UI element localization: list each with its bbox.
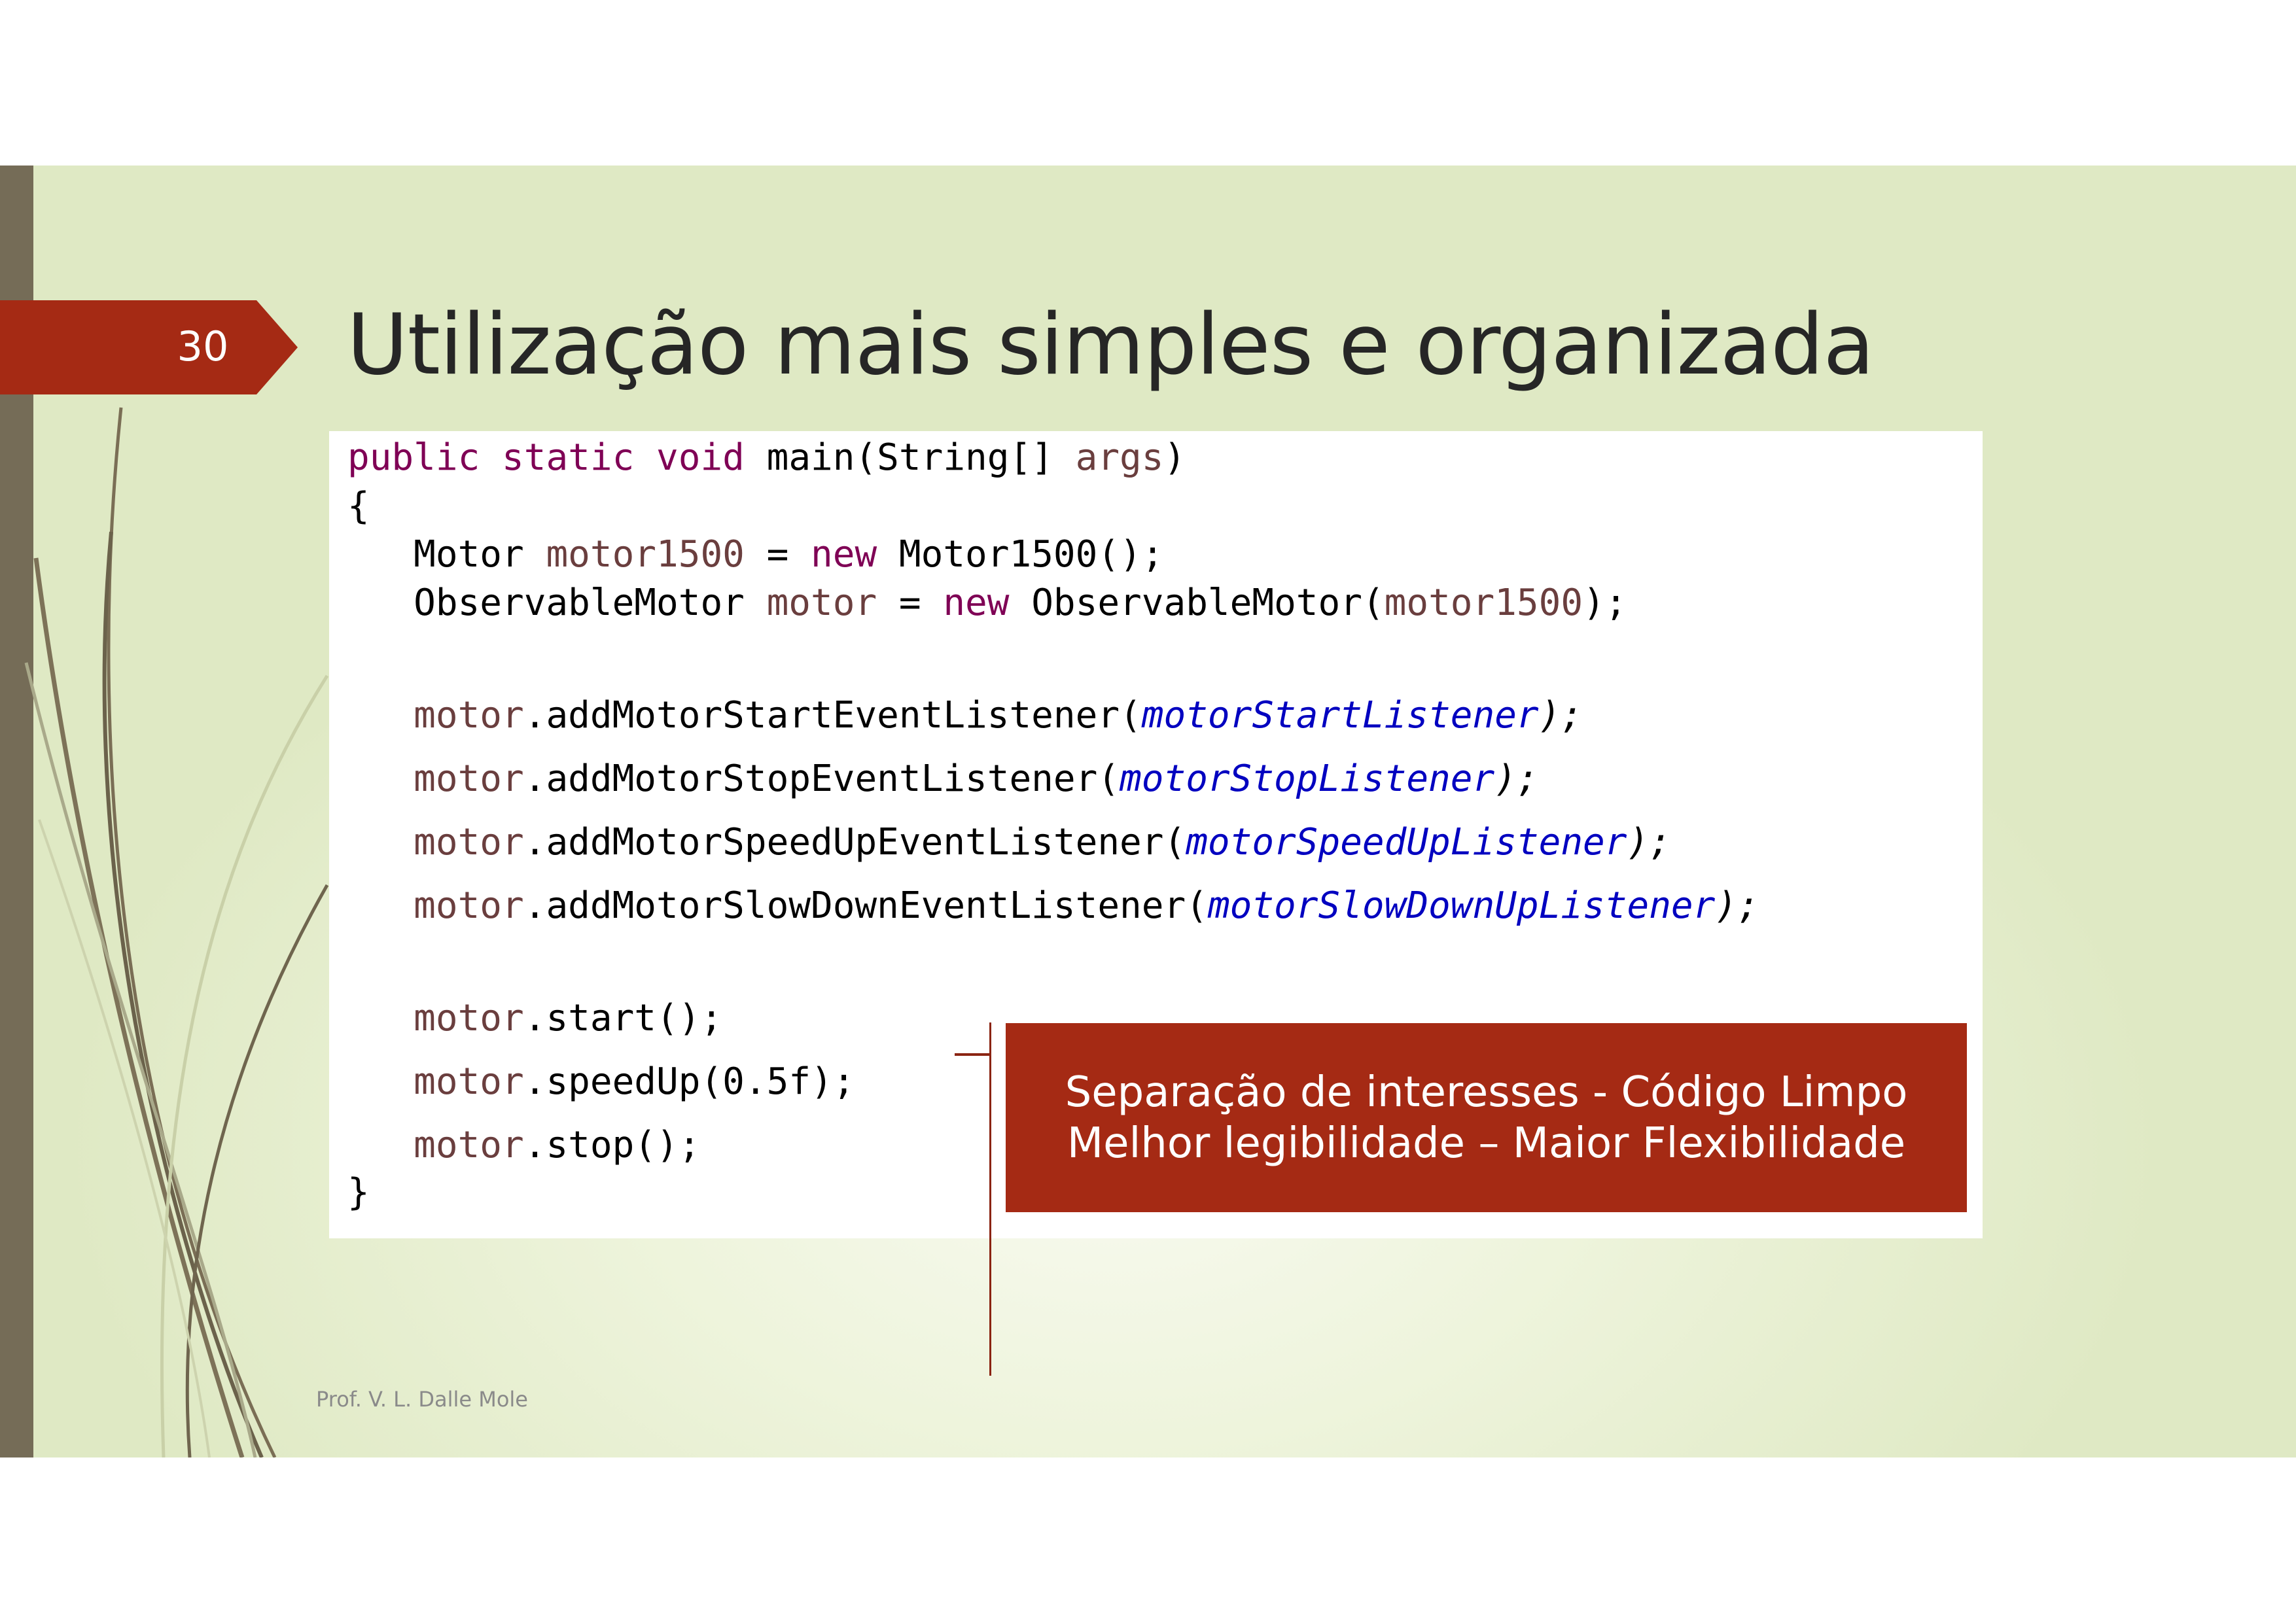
code-line-listener: motor.addMotorSlowDownEventListener(moto… xyxy=(347,882,1759,930)
code-variable: motor xyxy=(414,694,524,737)
code-text: ); xyxy=(1715,884,1759,927)
code-variable: motor1500 xyxy=(546,533,745,576)
slide: 30 Utilização mais simples e organizada … xyxy=(0,166,2296,1457)
code-variable: motor xyxy=(414,1060,524,1103)
code-text: .addMotorStartEventListener( xyxy=(523,694,1142,737)
code-text: = xyxy=(744,533,811,576)
keyword: new xyxy=(943,582,1010,624)
code-line-close-brace: } xyxy=(347,1171,370,1213)
code-text: ); xyxy=(1538,694,1583,737)
code-line-listener: motor.addMotorStartEventListener(motorSt… xyxy=(347,691,1583,740)
code-variable: motor xyxy=(414,884,524,927)
code-line-motor-decl: Motor motor1500 = new Motor1500(); xyxy=(347,531,1163,579)
callout-line: Separação de interesses - Código Limpo xyxy=(1065,1068,1908,1117)
code-line-listener: motor.addMotorStopEventListener(motorSto… xyxy=(347,755,1539,803)
callout-line: Melhor legibilidade – Maior Flexibilidad… xyxy=(1067,1119,1906,1168)
code-variable: motor xyxy=(766,582,877,624)
code-field: motorStopListener xyxy=(1120,758,1495,800)
keyword: public xyxy=(347,436,480,479)
code-text: .addMotorSpeedUpEventListener( xyxy=(523,821,1186,864)
keyword: new xyxy=(811,533,877,576)
code-text: ); xyxy=(1627,821,1671,864)
code-text: main(String[] xyxy=(744,436,1076,479)
code-field: motorSlowDownUpListener xyxy=(1207,884,1716,927)
code-text: .addMotorStopEventListener( xyxy=(523,758,1120,800)
code-line-observable-decl: ObservableMotor motor = new ObservableMo… xyxy=(347,579,1627,627)
code-text: Motor1500(); xyxy=(877,533,1164,576)
keyword: static xyxy=(502,436,635,479)
footer-author: Prof. V. L. Dalle Mole xyxy=(316,1387,528,1412)
code-text: Motor xyxy=(347,533,546,576)
code-variable: motor xyxy=(414,1124,524,1166)
code-text: .speedUp(0.5f); xyxy=(523,1060,855,1103)
code-variable: motor xyxy=(414,997,524,1039)
code-line-call: motor.speedUp(0.5f); xyxy=(347,1058,855,1106)
code-text: ObservableMotor xyxy=(347,582,767,624)
code-line-call: motor.start(); xyxy=(347,994,722,1043)
code-text: = xyxy=(877,582,944,624)
code-variable: motor xyxy=(414,758,524,800)
slide-number: 30 xyxy=(177,323,229,370)
code-text: ObservableMotor( xyxy=(1009,582,1385,624)
slide-title: Utilização mais simples e organizada xyxy=(347,296,1875,394)
code-variable: motor xyxy=(414,821,524,864)
code-field: motorSpeedUpListener xyxy=(1186,821,1627,864)
code-text: .stop(); xyxy=(523,1124,701,1166)
code-text: .start(); xyxy=(523,997,723,1039)
code-line-call: motor.stop(); xyxy=(347,1121,700,1170)
code-line-open-brace: { xyxy=(347,485,370,527)
code-field: motorStartListener xyxy=(1141,694,1539,737)
code-variable: args xyxy=(1075,436,1164,479)
code-line-listener: motor.addMotorSpeedUpEventListener(motor… xyxy=(347,818,1671,867)
keyword: void xyxy=(656,436,745,479)
code-text: ); xyxy=(1583,582,1627,624)
code-variable: motor1500 xyxy=(1384,582,1583,624)
callout-box: Separação de interesses - Código Limpo M… xyxy=(1006,1023,1967,1212)
code-text: ) xyxy=(1163,436,1186,479)
code-text: .addMotorSlowDownEventListener( xyxy=(523,884,1208,927)
code-line-signature: public static void main(String[] args) xyxy=(347,434,1186,482)
callout-bracket xyxy=(955,1022,991,1376)
code-text: ); xyxy=(1494,758,1539,800)
